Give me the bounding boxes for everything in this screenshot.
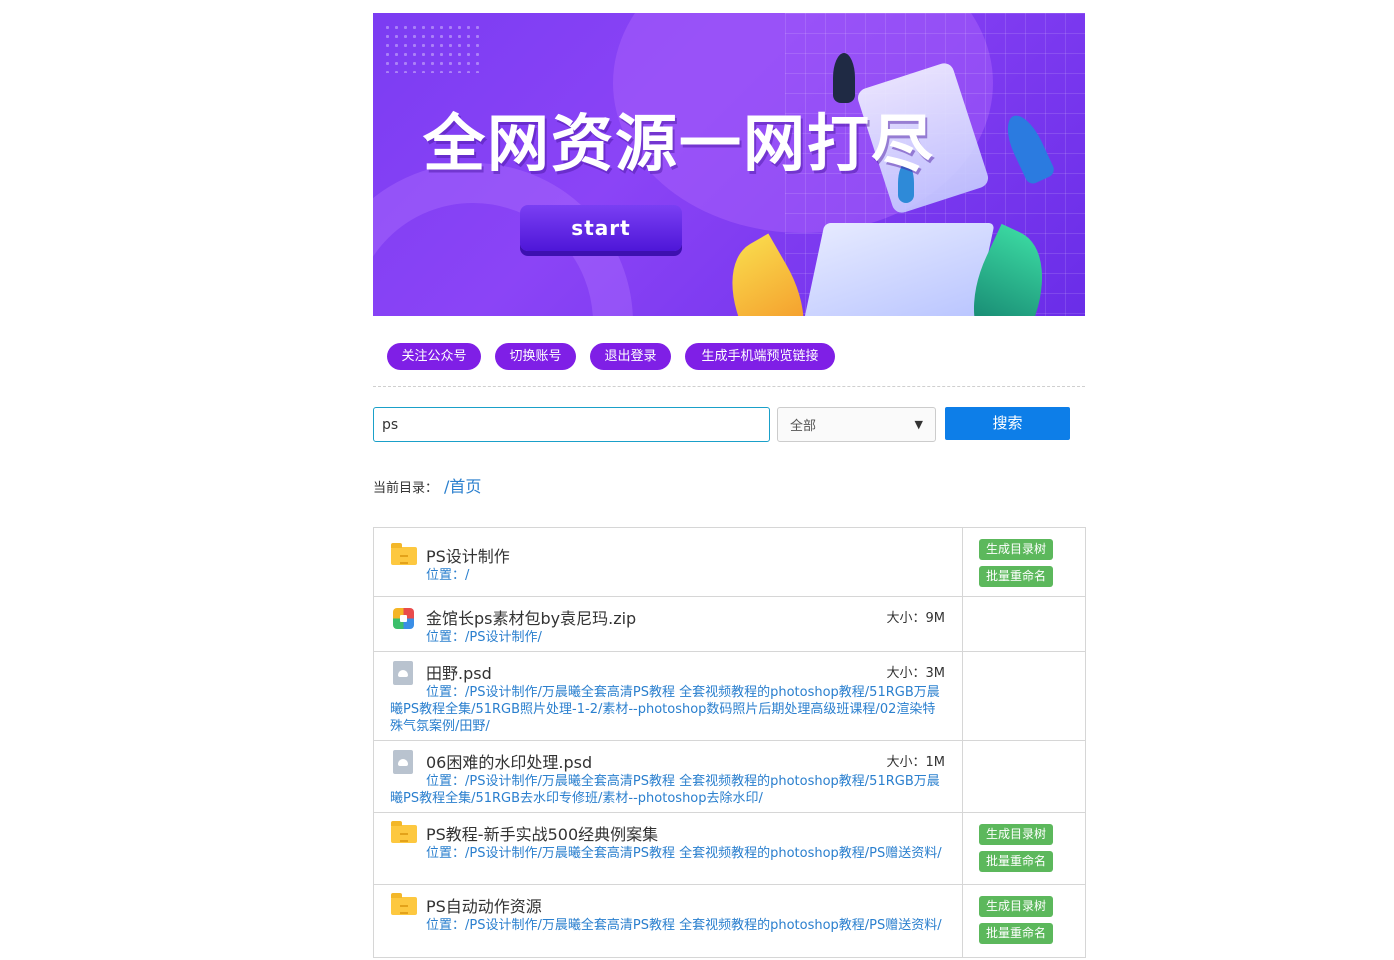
file-size: 大小：1M (886, 755, 945, 770)
generate-tree-button[interactable]: 生成目录树 (979, 824, 1054, 845)
hero-banner: 全网资源一网打尽 start (373, 13, 1085, 316)
book-illustration (801, 223, 995, 316)
folder-icon (390, 821, 417, 844)
folder-icon (390, 543, 417, 566)
file-name[interactable]: PS设计制作 (426, 543, 510, 567)
file-name-line: PS教程-新手实战500经典例案集 (390, 821, 946, 845)
search-scope-select[interactable]: 全部 ▼ (777, 407, 936, 442)
search-input[interactable] (373, 407, 770, 442)
table-row[interactable]: PS教程-新手实战500经典例案集 位置：/PS设计制作/万晨曦全套高清PS教程… (374, 813, 1085, 885)
generate-tree-button[interactable]: 生成目录树 (979, 539, 1054, 560)
location-link[interactable]: /PS设计制作/万晨曦全套高清PS教程 全套视频教程的photoshop教程/5… (390, 685, 940, 734)
chevron-down-icon: ▼ (914, 418, 923, 431)
file-info: PS教程-新手实战500经典例案集 位置：/PS设计制作/万晨曦全套高清PS教程… (374, 813, 963, 884)
file-location: 位置：/PS设计制作/万晨曦全套高清PS教程 全套视频教程的photoshop教… (390, 774, 940, 806)
search-scope-value: 全部 (790, 419, 817, 434)
file-name-line: 06困难的水印处理.psd (390, 749, 946, 774)
row-actions: 生成目录树 批量重命名 (963, 528, 1085, 596)
file-name-line: PS设计制作 (390, 543, 946, 567)
file-location: 位置：/PS设计制作/ (426, 630, 542, 645)
row-actions: 生成目录树 批量重命名 (963, 813, 1085, 884)
location-link[interactable]: /PS设计制作/万晨曦全套高清PS教程 全套视频教程的photoshop教程/5… (390, 774, 940, 806)
row-actions (963, 652, 1085, 740)
file-location: 位置：/PS设计制作/万晨曦全套高清PS教程 全套视频教程的photoshop教… (426, 846, 942, 861)
breadcrumb-label: 当前目录： (373, 481, 439, 496)
action-bar: 关注公众号 切换账号 退出登录 生成手机端预览链接 (373, 343, 1085, 373)
breadcrumb-home-link[interactable]: /首页 (444, 477, 481, 496)
search-bar: 全部 ▼ 搜索 (373, 407, 1085, 467)
location-link[interactable]: / (465, 568, 469, 583)
page-container: 全网资源一网打尽 start 关注公众号 切换账号 退出登录 生成手机端预览链接… (373, 13, 1085, 497)
file-name[interactable]: PS自动动作资源 (426, 893, 542, 917)
file-name-line: 金馆长ps素材包by袁尼玛.zip (390, 605, 946, 629)
file-info: 田野.psd 位置：/PS设计制作/万晨曦全套高清PS教程 全套视频教程的pho… (374, 652, 963, 740)
follow-account-button[interactable]: 关注公众号 (387, 343, 481, 370)
batch-rename-button[interactable]: 批量重命名 (979, 923, 1054, 944)
table-row[interactable]: PS设计制作 位置：/ 生成目录树 批量重命名 (374, 528, 1085, 597)
file-name-line: 田野.psd (390, 660, 946, 685)
batch-rename-button[interactable]: 批量重命名 (979, 566, 1054, 587)
file-info: PS设计制作 位置：/ (374, 528, 963, 596)
switch-account-button[interactable]: 切换账号 (495, 343, 576, 370)
file-name[interactable]: PS教程-新手实战500经典例案集 (426, 821, 658, 845)
file-info: 06困难的水印处理.psd 位置：/PS设计制作/万晨曦全套高清PS教程 全套视… (374, 741, 963, 812)
table-row[interactable]: 田野.psd 位置：/PS设计制作/万晨曦全套高清PS教程 全套视频教程的pho… (374, 652, 1085, 741)
folder-icon (390, 893, 417, 916)
file-location: 位置：/ (426, 568, 470, 583)
row-actions: 生成目录树 批量重命名 (963, 885, 1085, 957)
generate-tree-button[interactable]: 生成目录树 (979, 896, 1054, 917)
banner-title: 全网资源一网打尽 (423, 107, 936, 180)
image-file-icon (390, 661, 416, 685)
file-name-line: PS自动动作资源 (390, 893, 946, 917)
divider (373, 386, 1085, 387)
banner-dots (383, 23, 483, 73)
location-link[interactable]: /PS设计制作/万晨曦全套高清PS教程 全套视频教程的photoshop教程/P… (465, 918, 942, 933)
file-name[interactable]: 金馆长ps素材包by袁尼玛.zip (426, 605, 636, 629)
file-info: 金馆长ps素材包by袁尼玛.zip 位置：/PS设计制作/ 大小：9M (374, 597, 963, 651)
logout-button[interactable]: 退出登录 (590, 343, 671, 370)
breadcrumb: 当前目录： /首页 (373, 473, 1085, 497)
table-row[interactable]: PS自动动作资源 位置：/PS设计制作/万晨曦全套高清PS教程 全套视频教程的p… (374, 885, 1085, 958)
table-row[interactable]: 金馆长ps素材包by袁尼玛.zip 位置：/PS设计制作/ 大小：9M (374, 597, 1085, 652)
start-button[interactable]: start (520, 205, 682, 251)
batch-rename-button[interactable]: 批量重命名 (979, 851, 1054, 872)
file-location: 位置：/PS设计制作/万晨曦全套高清PS教程 全套视频教程的photoshop教… (426, 918, 942, 933)
mobile-preview-link-button[interactable]: 生成手机端预览链接 (685, 343, 835, 370)
table-row[interactable]: 06困难的水印处理.psd 位置：/PS设计制作/万晨曦全套高清PS教程 全套视… (374, 741, 1085, 813)
image-file-icon (390, 750, 416, 774)
row-actions (963, 597, 1085, 651)
file-list: PS设计制作 位置：/ 生成目录树 批量重命名 金馆长ps素材包by袁尼玛.zi… (373, 527, 1086, 958)
file-info: PS自动动作资源 位置：/PS设计制作/万晨曦全套高清PS教程 全套视频教程的p… (374, 885, 963, 957)
zip-file-icon (390, 606, 416, 629)
file-location: 位置：/PS设计制作/万晨曦全套高清PS教程 全套视频教程的photoshop教… (390, 685, 940, 734)
search-button[interactable]: 搜索 (945, 407, 1070, 440)
file-name[interactable]: 06困难的水印处理.psd (426, 749, 592, 773)
location-link[interactable]: /PS设计制作/ (465, 630, 542, 645)
file-size: 大小：9M (886, 611, 945, 626)
file-size: 大小：3M (886, 666, 945, 681)
row-actions (963, 741, 1085, 812)
location-link[interactable]: /PS设计制作/万晨曦全套高清PS教程 全套视频教程的photoshop教程/P… (465, 846, 942, 861)
file-name[interactable]: 田野.psd (426, 660, 492, 684)
